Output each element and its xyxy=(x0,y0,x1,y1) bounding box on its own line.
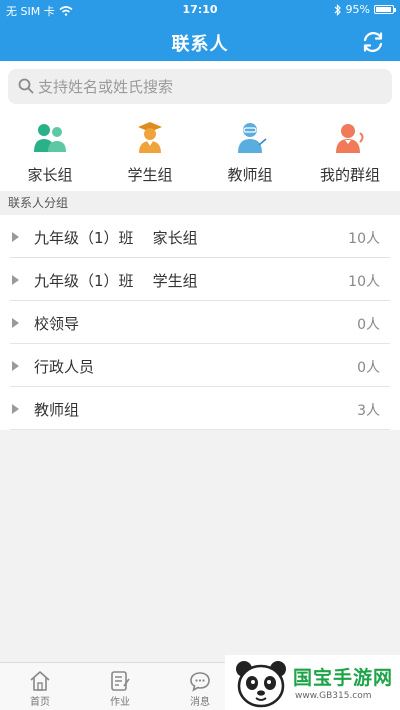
expand-arrow-icon xyxy=(12,275,19,285)
message-icon xyxy=(190,672,210,692)
member-count: 10人 xyxy=(348,231,380,247)
home-icon xyxy=(30,671,50,691)
group-students[interactable]: 学生组 xyxy=(100,113,200,191)
group-teachers[interactable]: 教师组 xyxy=(200,113,300,191)
list-item[interactable]: 九年级（1）班 学生组 10人 xyxy=(10,258,390,301)
tab-label: 作业 xyxy=(110,697,130,708)
search-input[interactable] xyxy=(38,69,378,104)
group-name: 校领导 xyxy=(34,315,80,333)
expand-arrow-icon xyxy=(12,232,19,242)
list-item[interactable]: 行政人员 0人 xyxy=(10,344,390,387)
nav-header: 无 SIM 卡 17:10 95% 联系人 xyxy=(0,0,400,61)
group-name: 九年级（1）班 家长组 xyxy=(34,229,198,247)
expand-arrow-icon xyxy=(12,361,19,371)
list-item[interactable]: 教师组 3人 xyxy=(10,387,390,430)
section-title: 联系人分组 xyxy=(0,191,400,215)
list-item[interactable]: 校领导 0人 xyxy=(10,301,390,344)
watermark-text: 国宝手游网 xyxy=(293,667,394,689)
group-label: 教师组 xyxy=(227,166,273,184)
member-count: 0人 xyxy=(357,360,380,376)
search-bar[interactable] xyxy=(8,69,392,104)
group-label: 我的群组 xyxy=(319,166,380,184)
battery-icon xyxy=(374,5,396,14)
group-mine[interactable]: 我的群组 xyxy=(300,113,400,191)
battery-percent: 95% xyxy=(345,3,370,16)
tab-home[interactable]: 首页 xyxy=(0,663,80,710)
page-title: 联系人 xyxy=(171,34,229,55)
group-name: 九年级（1）班 学生组 xyxy=(34,272,198,290)
search-icon xyxy=(18,78,34,94)
group-label: 家长组 xyxy=(27,166,73,184)
expand-arrow-icon xyxy=(12,318,19,328)
watermark-url: www.GB315.com xyxy=(295,691,372,701)
student-icon xyxy=(138,122,162,153)
contact-group-list: 九年级（1）班 家长组 10人 九年级（1）班 学生组 10人 校领导 0人 行… xyxy=(0,215,400,430)
list-item[interactable]: 九年级（1）班 家长组 10人 xyxy=(10,215,390,258)
my-group-icon xyxy=(336,124,364,153)
group-label: 学生组 xyxy=(127,166,173,184)
group-name: 行政人员 xyxy=(34,358,95,376)
bluetooth-icon xyxy=(334,3,341,16)
tab-label: 首页 xyxy=(30,697,50,708)
search-area xyxy=(0,61,400,113)
teacher-icon xyxy=(238,123,267,153)
group-name: 教师组 xyxy=(34,401,80,419)
parents-icon xyxy=(34,124,66,152)
panda-logo-icon xyxy=(236,661,286,708)
group-shortcuts: 家长组 学生组 教师组 我的群组 xyxy=(0,113,400,191)
member-count: 3人 xyxy=(357,403,380,419)
group-parents[interactable]: 家长组 xyxy=(0,113,100,191)
watermark: 国宝手游网 www.GB315.com xyxy=(225,655,400,710)
member-count: 0人 xyxy=(357,317,380,333)
homework-icon xyxy=(111,671,130,691)
tab-homework[interactable]: 作业 xyxy=(80,663,160,710)
expand-arrow-icon xyxy=(12,404,19,414)
member-count: 10人 xyxy=(348,274,380,290)
status-bar: 无 SIM 卡 17:10 95% xyxy=(0,0,400,20)
refresh-icon[interactable] xyxy=(360,29,386,55)
